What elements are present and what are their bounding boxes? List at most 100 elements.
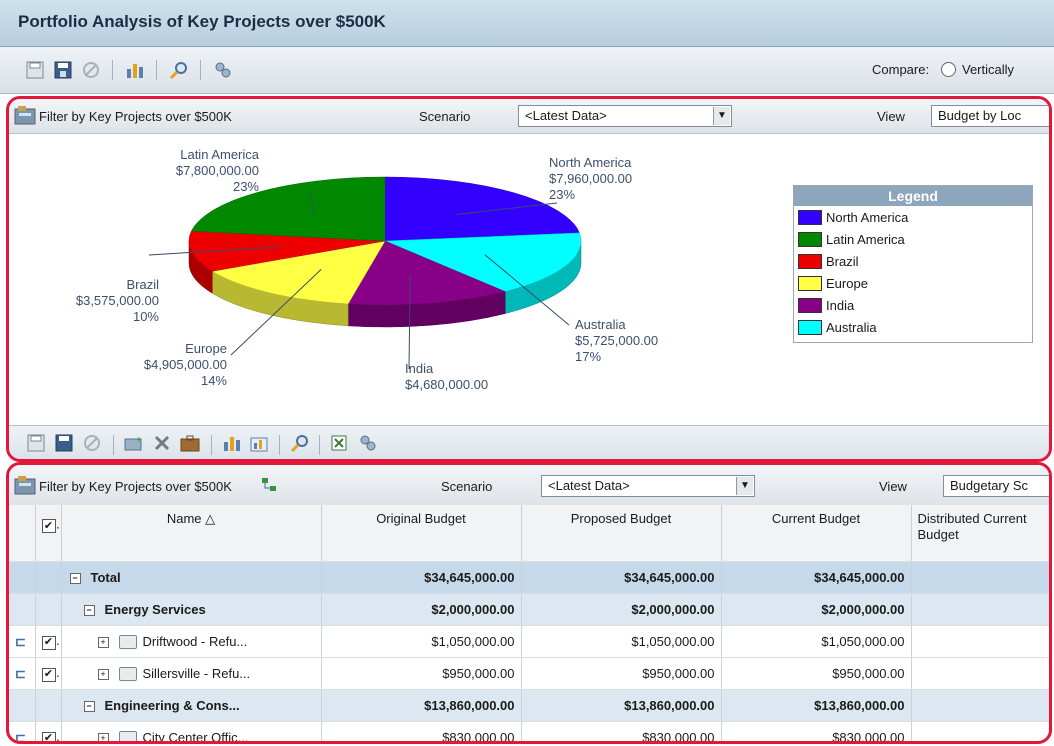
collapse-icon[interactable]: − [69, 573, 81, 585]
cell-distributed-budget [911, 689, 1049, 722]
main-toolbar: Compare: Vertically [0, 47, 1054, 94]
row-name: Energy Services [104, 602, 206, 617]
pie-label-value-text: $7,960,000.00 [549, 171, 632, 186]
select-all-checkbox[interactable]: ✔ [41, 519, 56, 533]
chart-filter-bar: Filter by Key Projects over $500K Scenar… [9, 99, 1049, 134]
row-checkbox[interactable]: ✔ [41, 635, 56, 650]
view-select[interactable]: Budgetary Sc [943, 475, 1049, 497]
row-name: Total [90, 570, 121, 585]
view-select-value: Budgetary Sc [950, 478, 1029, 493]
folder-icon [118, 635, 137, 650]
scenario-select[interactable]: <Latest Data> ▼ [541, 475, 755, 497]
pie-label-value-text: $5,725,000.00 [575, 333, 658, 348]
select-all-header[interactable]: ✔ [35, 505, 62, 562]
save-icon[interactable] [25, 432, 47, 454]
legend-title: Legend [794, 186, 1032, 206]
window-title: Portfolio Analysis of Key Projects over … [18, 12, 386, 31]
column-header-proposed-budget[interactable]: Proposed Budget [521, 505, 722, 562]
cell-current-budget: $13,860,000.00 [721, 689, 912, 722]
scenario-select[interactable]: <Latest Data> ▼ [518, 105, 732, 127]
filter-label[interactable]: Filter by Key Projects over $500K [39, 109, 232, 124]
compare-option-label[interactable]: Vertically [962, 62, 1014, 77]
project-icon[interactable]: ⊏ [9, 625, 36, 658]
view-label: View [877, 109, 905, 124]
column-header-original-budget[interactable]: Original Budget [321, 505, 522, 562]
collapse-icon[interactable]: − [83, 701, 95, 713]
expand-icon[interactable]: + [97, 732, 109, 741]
cell-proposed-budget: $34,645,000.00 [521, 561, 722, 594]
save-icon[interactable] [24, 59, 46, 81]
pie-label-label: Australia [575, 317, 626, 332]
settings-icon[interactable] [357, 432, 379, 454]
scenario-label: Scenario [441, 479, 493, 494]
legend-label: India [826, 297, 855, 313]
pie-label-label: Brazil [126, 277, 159, 292]
compare-label: Compare: [872, 62, 930, 77]
pie-slice[interactable] [190, 176, 386, 242]
table-row-total[interactable]: − Total $34,645,000.00 $34,645,000.00 $34… [9, 561, 1049, 594]
zoom-icon[interactable] [289, 432, 311, 454]
project-icon[interactable]: ⊏ [9, 721, 36, 741]
legend-label: Europe [826, 275, 868, 291]
table-row[interactable]: ⊏ ✔ + Sillersville - Refu... $950,000.00 … [9, 657, 1049, 690]
grid-panel: Filter by Key Projects over $500K Scenar… [6, 462, 1052, 744]
scenario-select-value: <Latest Data> [525, 108, 607, 123]
chart-analysis-icon[interactable] [124, 59, 146, 81]
grid-header-row: ✔ Name △ Original Budget Proposed Budget… [9, 505, 1049, 562]
filter-icon[interactable] [14, 105, 36, 125]
scenario-label: Scenario [419, 109, 471, 124]
view-select[interactable]: Budget by Loc [931, 105, 1049, 127]
chevron-down-icon[interactable]: ▼ [736, 477, 753, 495]
toolbar-separator [156, 60, 157, 80]
briefcase-icon[interactable] [179, 432, 201, 454]
table-row[interactable]: ⊏ ✔ + Driftwood - Refu... $1,050,000.00 $… [9, 625, 1049, 658]
chart-analysis-icon[interactable] [221, 432, 243, 454]
new-folder-icon[interactable]: + [123, 432, 145, 454]
legend-swatch [798, 209, 822, 225]
sort-ascending-icon[interactable]: △ [205, 511, 215, 526]
excel-export-icon[interactable] [329, 432, 351, 454]
cell-original-budget: $830,000.00 [321, 721, 522, 741]
table-row-group[interactable]: − Energy Services $2,000,000.00 $2,000,00… [9, 593, 1049, 626]
toolbar-separator [112, 60, 113, 80]
row-name[interactable]: Sillersville - Refu... [143, 666, 251, 681]
row-name[interactable]: City Center Offic... [143, 730, 249, 741]
cell-current-budget: $1,050,000.00 [721, 625, 912, 658]
cell-current-budget: $34,645,000.00 [721, 561, 912, 594]
legend-label: North America [826, 209, 909, 225]
column-header-distributed-current-budget[interactable]: Distributed Current Budget [911, 505, 1049, 562]
save-as-icon[interactable] [53, 432, 75, 454]
legend-item: Brazil [794, 250, 1032, 272]
project-icon[interactable]: ⊏ [9, 657, 36, 690]
window-title-bar: Portfolio Analysis of Key Projects over … [0, 0, 1054, 47]
save-as-icon[interactable] [52, 59, 74, 81]
delete-icon[interactable] [151, 432, 173, 454]
cell-original-budget: $950,000.00 [321, 657, 522, 690]
settings-icon[interactable] [212, 59, 234, 81]
chart-export-icon[interactable] [249, 432, 271, 454]
collapse-icon[interactable]: − [83, 605, 95, 617]
cell-current-budget: $830,000.00 [721, 721, 912, 741]
table-row-group[interactable]: − Engineering & Cons... $13,860,000.00 $1… [9, 689, 1049, 722]
row-checkbox[interactable]: ✔ [41, 731, 56, 741]
expand-icon[interactable]: + [97, 668, 109, 680]
row-name[interactable]: Driftwood - Refu... [143, 634, 248, 649]
column-header-name[interactable]: Name △ [61, 505, 322, 562]
filter-icon[interactable] [14, 475, 36, 495]
row-checkbox[interactable]: ✔ [41, 667, 56, 682]
expand-icon[interactable]: + [97, 636, 109, 648]
cancel-icon[interactable] [81, 432, 103, 454]
column-header-current-budget[interactable]: Current Budget [721, 505, 912, 562]
chevron-down-icon[interactable]: ▼ [713, 107, 730, 125]
toolbar-separator [211, 435, 212, 455]
compare-radio[interactable] [941, 62, 956, 77]
filter-label[interactable]: Filter by Key Projects over $500K [39, 479, 232, 494]
toolbar-separator [113, 435, 114, 455]
legend-swatch [798, 231, 822, 247]
zoom-icon[interactable] [168, 59, 190, 81]
legend-swatch [798, 319, 822, 335]
hierarchy-icon[interactable] [261, 477, 279, 493]
cancel-icon[interactable] [80, 59, 102, 81]
cell-proposed-budget: $950,000.00 [521, 657, 722, 690]
table-row[interactable]: ⊏ ✔ + City Center Offic... $830,000.00 $8… [9, 721, 1049, 741]
